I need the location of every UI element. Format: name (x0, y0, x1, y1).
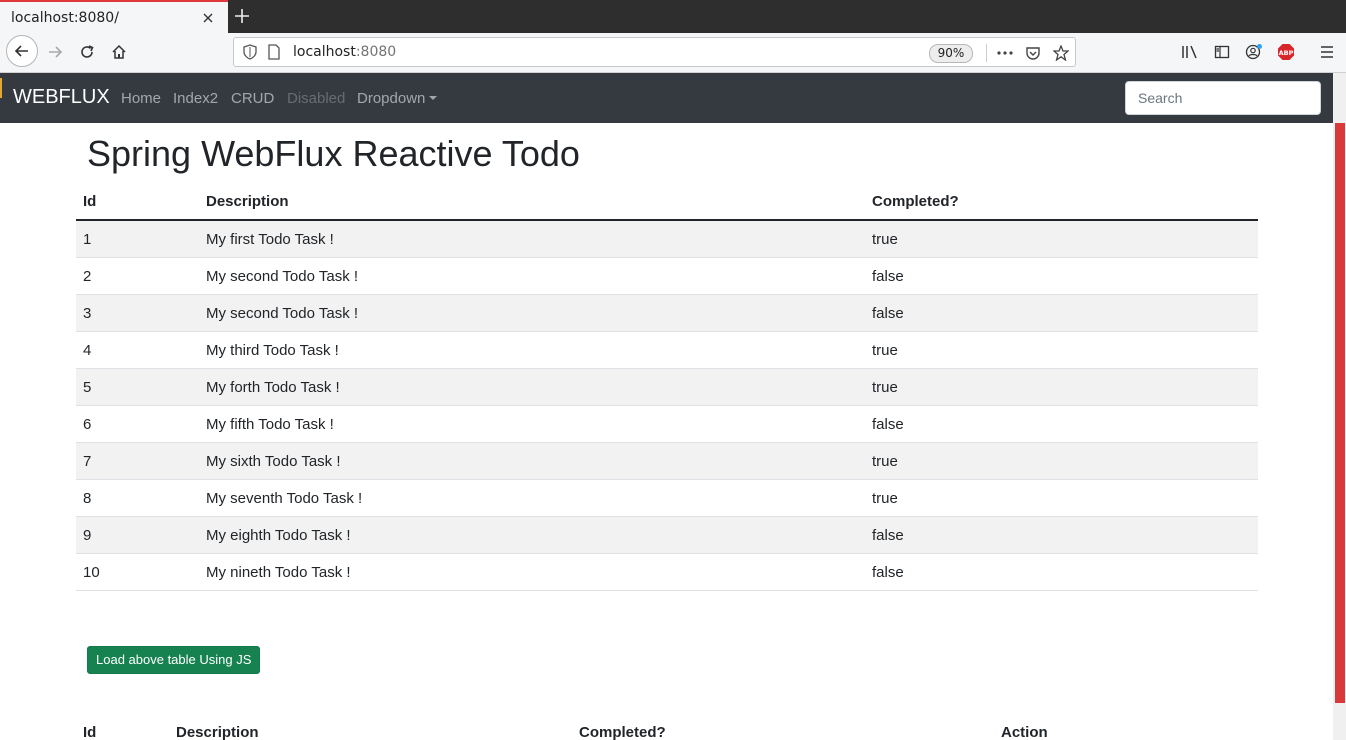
cell-completed: true (865, 219, 1258, 258)
page-info-icon[interactable] (266, 44, 282, 60)
forward-icon[interactable] (40, 37, 70, 67)
column-header: Description (176, 723, 259, 740)
navbar: WEBFLUX Home Index2 CRUD Disabled Dropdo… (0, 73, 1333, 123)
cell-id: 4 (76, 331, 199, 369)
cell-description: My fifth Todo Task ! (199, 405, 865, 443)
nav-home[interactable]: Home (121, 90, 161, 107)
column-header: Id (76, 183, 199, 221)
page-title: Spring WebFlux Reactive Todo (87, 133, 580, 174)
reload-icon[interactable] (72, 37, 102, 67)
cell-description: My third Todo Task ! (199, 331, 865, 369)
column-header: Action (1001, 723, 1048, 740)
cell-completed: true (865, 331, 1258, 369)
cell-id: 2 (76, 257, 199, 295)
cell-id: 3 (76, 294, 199, 332)
nav-dropdown[interactable]: Dropdown (357, 90, 438, 107)
cell-completed: false (865, 516, 1258, 554)
library-icon[interactable] (1175, 37, 1205, 67)
browser-tab-bar: localhost:8080/ (0, 0, 1346, 33)
cell-description: My sixth Todo Task ! (199, 442, 865, 480)
table-header-row: Id Description Completed? (76, 183, 1258, 221)
table-row: 8 My seventh Todo Task ! true (76, 479, 1258, 517)
cell-description: My seventh Todo Task ! (199, 479, 865, 517)
nav-dropdown-label: Dropdown (357, 90, 426, 107)
nav-crud[interactable]: CRUD (231, 90, 274, 107)
js-table-header-row: Id Description Completed? Action (76, 718, 1258, 740)
sidebar-icon[interactable] (1207, 37, 1237, 67)
cell-id: 6 (76, 405, 199, 443)
table-row: 9 My eighth Todo Task ! false (76, 516, 1258, 554)
close-tab-icon[interactable] (200, 10, 216, 26)
menu-icon[interactable] (1312, 37, 1342, 67)
back-icon[interactable] (6, 35, 38, 67)
cell-completed: true (865, 479, 1258, 517)
home-icon[interactable] (104, 37, 134, 67)
url-host: localhost (293, 44, 356, 60)
tab-title: localhost:8080/ (11, 9, 119, 26)
column-header: Completed? (865, 183, 1258, 221)
bookmark-star-icon[interactable] (1052, 44, 1070, 62)
page-edge-accent (0, 78, 2, 98)
scrollbar-thumb[interactable] (1335, 123, 1345, 703)
cell-id: 10 (76, 553, 199, 591)
cell-description: My nineth Todo Task ! (199, 553, 865, 591)
table-row: 2 My second Todo Task ! false (76, 257, 1258, 295)
table-row: 3 My second Todo Task ! false (76, 294, 1258, 332)
url-text: localhost:8080 (293, 44, 396, 60)
load-table-button[interactable]: Load above table Using JS (87, 646, 261, 674)
cell-description: My forth Todo Task ! (199, 368, 865, 406)
cell-completed: true (865, 442, 1258, 480)
table-row: 6 My fifth Todo Task ! false (76, 405, 1258, 443)
page-viewport: WEBFLUX Home Index2 CRUD Disabled Dropdo… (0, 73, 1333, 740)
column-header: Description (199, 183, 865, 221)
browser-toolbar: localhost:8080 90% ABP (0, 33, 1346, 73)
page-actions-icon[interactable] (996, 44, 1014, 62)
nav-index2[interactable]: Index2 (173, 90, 218, 107)
url-separator (986, 44, 987, 62)
cell-id: 1 (76, 219, 199, 258)
cell-description: My first Todo Task ! (199, 219, 865, 258)
column-header: Completed? (579, 723, 666, 740)
zoom-badge[interactable]: 90% (929, 44, 973, 63)
caret-down-icon (429, 96, 438, 100)
table-row: 4 My third Todo Task ! true (76, 331, 1258, 369)
cell-description: My second Todo Task ! (199, 257, 865, 295)
cell-completed: true (865, 368, 1258, 406)
navbar-brand[interactable]: WEBFLUX (13, 86, 110, 109)
cell-completed: false (865, 405, 1258, 443)
table-row: 10 My nineth Todo Task ! false (76, 553, 1258, 591)
todo-table: Id Description Completed? 1 My first Todo… (76, 183, 1258, 591)
cell-description: My second Todo Task ! (199, 294, 865, 332)
nav-disabled: Disabled (287, 90, 346, 107)
tracking-shield-icon[interactable] (242, 44, 258, 60)
cell-id: 7 (76, 442, 199, 480)
cell-id: 8 (76, 479, 199, 517)
cell-completed: false (865, 553, 1258, 591)
cell-description: My eighth Todo Task ! (199, 516, 865, 554)
cell-completed: false (865, 294, 1258, 332)
account-icon[interactable] (1239, 37, 1269, 67)
cell-completed: false (865, 257, 1258, 295)
url-bar[interactable]: localhost:8080 90% (233, 37, 1076, 67)
table-row: 7 My sixth Todo Task ! true (76, 442, 1258, 480)
column-header: Id (83, 723, 97, 740)
table-row: 5 My forth Todo Task ! true (76, 368, 1258, 406)
search-input[interactable] (1125, 81, 1321, 115)
js-todo-table: Id Description Completed? Action (76, 718, 1258, 740)
adblock-icon[interactable]: ABP (1271, 37, 1301, 67)
url-port: :8080 (355, 44, 397, 60)
table-row: 1 My first Todo Task ! true (76, 219, 1258, 258)
cell-id: 5 (76, 368, 199, 406)
svg-text:ABP: ABP (1279, 49, 1294, 57)
cell-id: 9 (76, 516, 199, 554)
new-tab-icon[interactable] (232, 6, 252, 26)
pocket-icon[interactable] (1024, 44, 1042, 62)
browser-tab[interactable]: localhost:8080/ (0, 0, 228, 33)
